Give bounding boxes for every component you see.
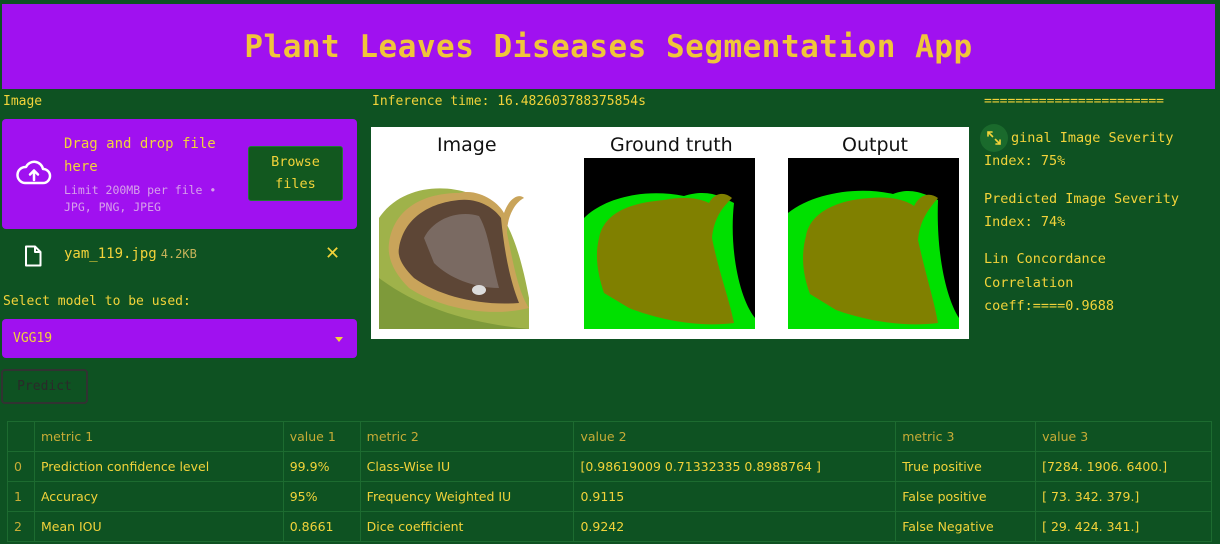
table-cell: True positive (895, 451, 1037, 482)
table-cell: Frequency Weighted IU (359, 481, 575, 512)
column-header: value 3 (1035, 421, 1212, 452)
predicted-severity-line1: Predicted Image Severity (984, 191, 1180, 207)
close-icon[interactable]: ✕ (325, 243, 340, 264)
model-select-value: VGG19 (13, 331, 53, 346)
column-header: metric 2 (359, 421, 575, 452)
table-cell: 0.9242 (573, 511, 897, 542)
original-leaf-image (379, 158, 550, 329)
output-mask (788, 158, 959, 329)
predicted-severity-line2: Index: 74% (984, 214, 1066, 230)
cloud-upload-icon (16, 160, 52, 185)
browse-files-button[interactable]: Browse files (248, 146, 343, 201)
table-cell: [7284. 1906. 6400.] (1035, 451, 1212, 482)
lin-concordance-line2: Correlation (984, 275, 1074, 291)
file-dropzone[interactable]: Drag and drop file here Limit 200MB per … (2, 119, 357, 229)
table-cell: [0.98619009 0.71332335 0.8988764 ] (573, 451, 897, 482)
file-name-text: yam_119.jpg (64, 246, 157, 262)
figure-title-image: Image (437, 134, 497, 156)
model-select[interactable]: VGG19 (2, 319, 357, 358)
ground-truth-mask (584, 158, 755, 329)
lin-concordance-line1: Lin Concordance (984, 251, 1106, 267)
table-cell: Class-Wise IU (359, 451, 575, 482)
uploaded-file-name: yam_119.jpg 4.2KB (64, 246, 197, 262)
metrics-table: metric 1 value 1 metric 2 value 2 metric… (7, 421, 1212, 542)
predict-button[interactable]: Predict (1, 369, 88, 404)
row-index: 1 (7, 481, 35, 512)
table-cell: Accuracy (33, 481, 284, 512)
table-cell: False Negative (895, 511, 1037, 542)
original-severity-line2: Index: 75% (984, 153, 1066, 169)
table-cell: Mean IOU (33, 511, 284, 542)
column-header: metric 3 (895, 421, 1037, 452)
app-header: Plant Leaves Diseases Segmentation App (2, 4, 1215, 89)
app-title: Plant Leaves Diseases Segmentation App (244, 28, 973, 65)
lin-concordance-line3: coeff:====0.9688 (984, 298, 1115, 314)
expand-icon (987, 131, 1001, 145)
table-cell: 95% (282, 481, 361, 512)
table-cell: Prediction confidence level (33, 451, 284, 482)
table-cell: 99.9% (282, 451, 361, 482)
table-row: 0 Prediction confidence level 99.9% Clas… (7, 451, 1212, 482)
file-icon (25, 245, 42, 267)
row-index: 0 (7, 451, 35, 482)
image-uploader-label: Image (3, 94, 43, 109)
row-index: 2 (7, 511, 35, 542)
figure-title-output: Output (842, 134, 908, 156)
table-cell: Dice coefficient (359, 511, 575, 542)
dropzone-limit-text: Limit 200MB per file • JPG, PNG, JPEG (64, 183, 217, 214)
table-header-row: metric 1 value 1 metric 2 value 2 metric… (7, 421, 1212, 452)
column-header: value 1 (282, 421, 361, 452)
table-cell: 0.9115 (573, 481, 897, 512)
table-row: 1 Accuracy 95% Frequency Weighted IU 0.9… (7, 481, 1212, 512)
file-size: 4.2KB (160, 247, 197, 261)
table-cell: 0.8661 (282, 511, 361, 542)
results-separator: ======================= (984, 94, 1165, 109)
original-severity-line1: ginal Image Severity (1011, 130, 1174, 146)
model-select-label: Select model to be used: (3, 294, 191, 309)
table-cell: [ 73. 342. 379.] (1035, 481, 1212, 512)
table-row: 2 Mean IOU 0.8661 Dice coefficient 0.924… (7, 511, 1212, 542)
inference-time: Inference time: 16.482603788375854s (372, 94, 646, 109)
column-header: metric 1 (33, 421, 284, 452)
column-header: value 2 (573, 421, 897, 452)
fullscreen-button[interactable] (980, 124, 1008, 152)
table-cell: [ 29. 424. 341.] (1035, 511, 1212, 542)
column-header (7, 421, 35, 452)
dropzone-instructions: Drag and drop file here (64, 136, 216, 175)
chevron-down-icon (335, 337, 343, 342)
segmentation-figure: Image Ground truth Output (371, 127, 969, 339)
table-cell: False positive (895, 481, 1037, 512)
uploaded-file-row: yam_119.jpg 4.2KB ✕ (2, 238, 357, 272)
figure-title-ground-truth: Ground truth (610, 134, 733, 156)
